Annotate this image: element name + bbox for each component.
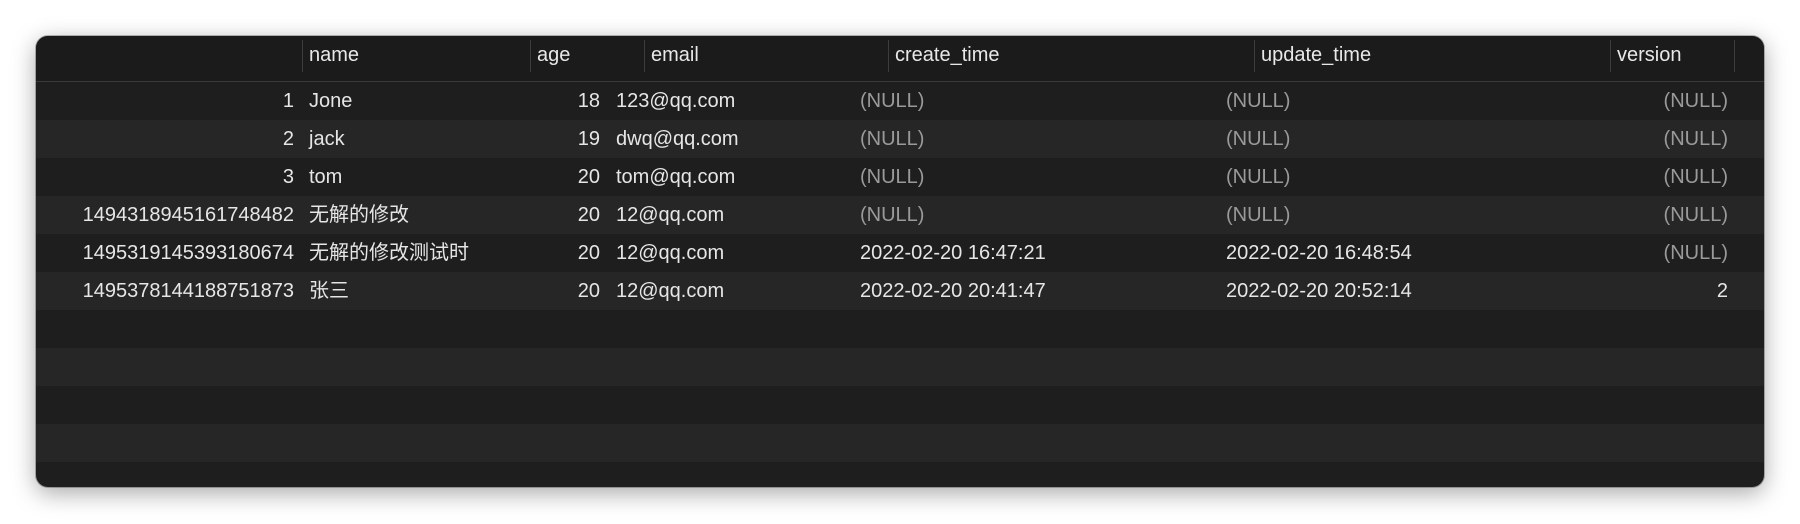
column-header-age[interactable]: age <box>530 36 644 81</box>
column-header-update-time[interactable]: update_time <box>1254 36 1610 81</box>
cell-update-time[interactable]: 2022-02-20 20:52:14 <box>1226 272 1526 310</box>
empty-row[interactable] <box>36 386 1764 424</box>
column-divider[interactable] <box>1734 40 1735 72</box>
column-header-create-time[interactable]: create_time <box>888 36 1254 81</box>
cell-create-time[interactable]: (NULL) <box>860 120 1160 158</box>
cell-create-time[interactable]: 2022-02-20 20:41:47 <box>860 272 1160 310</box>
column-header-email[interactable]: email <box>644 36 888 81</box>
empty-row[interactable] <box>36 348 1764 386</box>
cell-email[interactable]: tom@qq.com <box>616 158 816 196</box>
table-row[interactable]: 1495378144188751873 张三 20 12@qq.com 2022-02-… <box>36 272 1764 310</box>
cell-age[interactable]: 20 <box>496 158 600 196</box>
cell-id[interactable]: 1 <box>36 82 294 120</box>
cell-id[interactable]: 2 <box>36 120 294 158</box>
cell-name[interactable]: Jone <box>309 82 499 120</box>
column-header-version[interactable]: version <box>1610 36 1734 81</box>
cell-version[interactable]: (NULL) <box>1576 120 1728 158</box>
cell-create-time[interactable]: (NULL) <box>860 82 1160 120</box>
cell-update-time[interactable]: (NULL) <box>1226 120 1526 158</box>
cell-version[interactable]: (NULL) <box>1576 82 1728 120</box>
table-row[interactable]: 1495319145393180674 无解的修改测试时 20 12@qq.com 20… <box>36 234 1764 272</box>
cell-name[interactable]: 无解的修改 <box>309 196 499 234</box>
cell-age[interactable]: 19 <box>496 120 600 158</box>
cell-email[interactable]: 123@qq.com <box>616 82 816 120</box>
cell-version[interactable]: (NULL) <box>1576 234 1728 272</box>
cell-version[interactable]: (NULL) <box>1576 158 1728 196</box>
cell-id[interactable]: 1495378144188751873 <box>36 272 294 310</box>
empty-row[interactable] <box>36 424 1764 462</box>
cell-age[interactable]: 20 <box>496 196 600 234</box>
cell-create-time[interactable]: 2022-02-20 16:47:21 <box>860 234 1160 272</box>
table-row[interactable]: 1 Jone 18 123@qq.com (NULL) (NULL) (NULL) <box>36 82 1764 120</box>
cell-age[interactable]: 18 <box>496 82 600 120</box>
cell-update-time[interactable]: (NULL) <box>1226 158 1526 196</box>
grid-header: name age email create_time update_time v… <box>36 36 1764 82</box>
cell-create-time[interactable]: (NULL) <box>860 158 1160 196</box>
cell-name[interactable]: jack <box>309 120 499 158</box>
cell-update-time[interactable]: (NULL) <box>1226 82 1526 120</box>
results-grid-window: name age email create_time update_time v… <box>36 36 1764 487</box>
cell-update-time[interactable]: 2022-02-20 16:48:54 <box>1226 234 1526 272</box>
cell-email[interactable]: 12@qq.com <box>616 234 816 272</box>
cell-id[interactable]: 1494318945161748482 <box>36 196 294 234</box>
cell-id[interactable]: 1495319145393180674 <box>36 234 294 272</box>
table-row[interactable]: 1494318945161748482 无解的修改 20 12@qq.com (NULL… <box>36 196 1764 234</box>
cell-create-time[interactable]: (NULL) <box>860 196 1160 234</box>
cell-id[interactable]: 3 <box>36 158 294 196</box>
cell-age[interactable]: 20 <box>496 272 600 310</box>
cell-name[interactable]: 无解的修改测试时 <box>309 234 499 272</box>
cell-update-time[interactable]: (NULL) <box>1226 196 1526 234</box>
empty-row[interactable] <box>36 310 1764 348</box>
cell-email[interactable]: 12@qq.com <box>616 196 816 234</box>
cell-version[interactable]: (NULL) <box>1576 196 1728 234</box>
column-header-name[interactable]: name <box>302 36 530 81</box>
cell-email[interactable]: 12@qq.com <box>616 272 816 310</box>
table-row[interactable]: 3 tom 20 tom@qq.com (NULL) (NULL) (NULL) <box>36 158 1764 196</box>
table-row[interactable]: 2 jack 19 dwq@qq.com (NULL) (NULL) (NULL) <box>36 120 1764 158</box>
cell-age[interactable]: 20 <box>496 234 600 272</box>
cell-name[interactable]: tom <box>309 158 499 196</box>
cell-email[interactable]: dwq@qq.com <box>616 120 816 158</box>
cell-name[interactable]: 张三 <box>309 272 499 310</box>
cell-version[interactable]: 2 <box>1576 272 1728 310</box>
